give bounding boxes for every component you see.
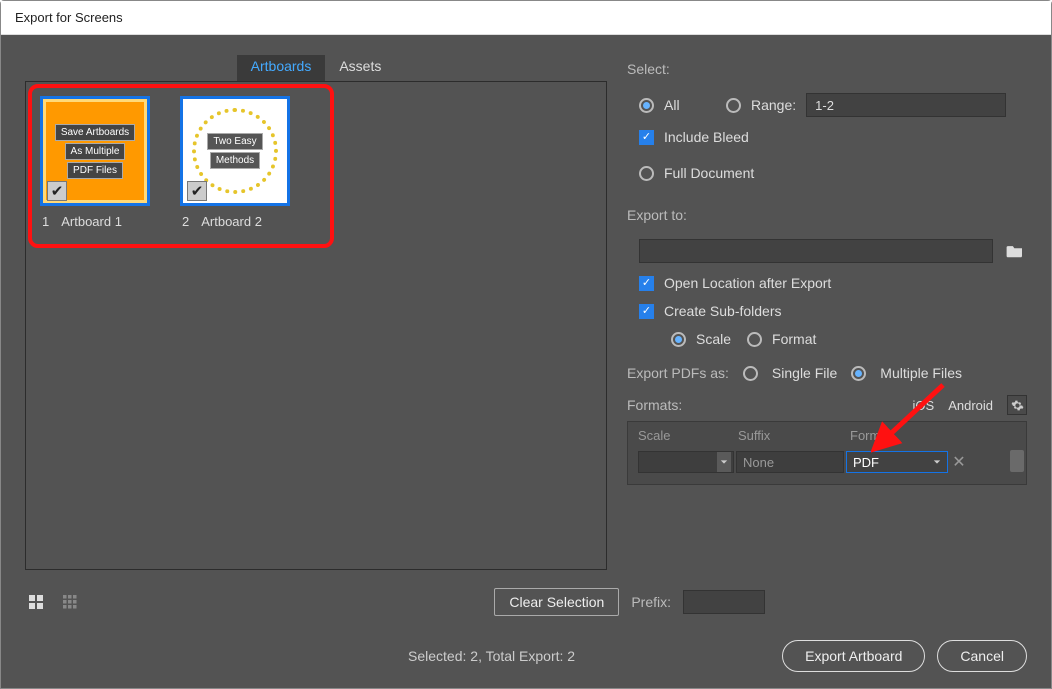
- formats-label: Formats:: [627, 397, 682, 413]
- format-dropdown[interactable]: PDF: [846, 451, 948, 473]
- selection-summary: Selected: 2, Total Export: 2: [213, 648, 770, 664]
- artboard-2-checkbox[interactable]: ✔: [187, 181, 207, 201]
- artboard-thumb-1[interactable]: Save Artboards As Multiple PDF Files ✔: [40, 96, 150, 206]
- android-preset-link[interactable]: Android: [948, 398, 993, 413]
- open-location-label: Open Location after Export: [664, 275, 831, 291]
- tabs: Artboards Assets: [25, 55, 607, 81]
- artboard-1-index: 1: [42, 214, 49, 229]
- browse-folder-button[interactable]: [1003, 239, 1027, 263]
- scale-dropdown[interactable]: [638, 451, 734, 473]
- formats-scrollbar[interactable]: [1010, 450, 1024, 472]
- delete-format-row-button[interactable]: ✕: [950, 452, 968, 472]
- art2-line1: Two Easy: [207, 133, 262, 150]
- radio-subfolder-scale[interactable]: [671, 332, 686, 347]
- clear-selection-button[interactable]: Clear Selection: [494, 588, 619, 616]
- art1-line1: Save Artboards: [55, 124, 135, 141]
- chevron-down-icon: [717, 452, 731, 472]
- export-to-label: Export to:: [627, 207, 1027, 223]
- tab-assets[interactable]: Assets: [325, 55, 395, 81]
- radio-subfolder-format[interactable]: [747, 332, 762, 347]
- gear-icon: [1011, 399, 1024, 412]
- chevron-down-icon: [933, 458, 941, 466]
- subfolder-format-label: Format: [772, 331, 816, 347]
- artboard-2-index: 2: [182, 214, 189, 229]
- artboard-1-name[interactable]: Artboard 1: [61, 214, 122, 229]
- radio-range-label: Range:: [751, 97, 796, 113]
- folder-icon: [1006, 244, 1024, 258]
- include-bleed-label: Include Bleed: [664, 129, 749, 145]
- export-pdfs-as-label: Export PDFs as:: [627, 365, 729, 381]
- dialog-title: Export for Screens: [1, 1, 1051, 35]
- art2-line2: Methods: [210, 152, 260, 169]
- col-scale: Scale: [638, 428, 738, 443]
- view-large-thumbs-button[interactable]: [25, 591, 47, 613]
- single-file-label: Single File: [772, 365, 837, 381]
- format-value: PDF: [853, 455, 879, 470]
- export-path-input[interactable]: [639, 239, 993, 263]
- checkbox-include-bleed[interactable]: [639, 130, 654, 145]
- artboard-thumb-2[interactable]: Two Easy Methods ✔: [180, 96, 290, 206]
- radio-range[interactable]: [726, 98, 741, 113]
- radio-all[interactable]: [639, 98, 654, 113]
- col-format: Format: [850, 428, 950, 443]
- col-suffix: Suffix: [738, 428, 850, 443]
- grid-large-icon: [28, 594, 44, 610]
- subfolder-scale-label: Scale: [696, 331, 731, 347]
- formats-table: Scale Suffix Format None PDF: [627, 421, 1027, 485]
- dialog-body: Artboards Assets Save Artboards As Multi…: [1, 35, 1051, 688]
- multiple-files-label: Multiple Files: [880, 365, 962, 381]
- checkbox-open-location[interactable]: [639, 276, 654, 291]
- radio-all-label: All: [664, 97, 716, 113]
- ios-preset-link[interactable]: iOS: [913, 398, 935, 413]
- artboard-2-name[interactable]: Artboard 2: [201, 214, 262, 229]
- prefix-input[interactable]: [683, 590, 765, 614]
- range-input[interactable]: [806, 93, 1006, 117]
- grid-small-icon: [62, 594, 78, 610]
- artboard-1-checkbox[interactable]: ✔: [47, 181, 67, 201]
- tab-artboards[interactable]: Artboards: [237, 55, 326, 81]
- export-artboard-button[interactable]: Export Artboard: [782, 640, 925, 672]
- artboards-preview-area: Save Artboards As Multiple PDF Files ✔ 1…: [25, 81, 607, 570]
- export-for-screens-dialog: Export for Screens Artboards Assets Save…: [0, 0, 1052, 689]
- radio-single-file[interactable]: [743, 366, 758, 381]
- prefix-label: Prefix:: [631, 594, 671, 610]
- create-subfolders-label: Create Sub-folders: [664, 303, 782, 319]
- cancel-button[interactable]: Cancel: [937, 640, 1027, 672]
- select-label: Select:: [627, 61, 1027, 77]
- suffix-input[interactable]: None: [736, 451, 844, 473]
- view-small-thumbs-button[interactable]: [59, 591, 81, 613]
- radio-multiple-files[interactable]: [851, 366, 866, 381]
- full-document-label: Full Document: [664, 165, 754, 181]
- art1-line2: As Multiple: [65, 143, 126, 160]
- art1-line3: PDF Files: [67, 162, 123, 179]
- formats-settings-button[interactable]: [1007, 395, 1027, 415]
- radio-full-document[interactable]: [639, 166, 654, 181]
- checkbox-create-subfolders[interactable]: [639, 304, 654, 319]
